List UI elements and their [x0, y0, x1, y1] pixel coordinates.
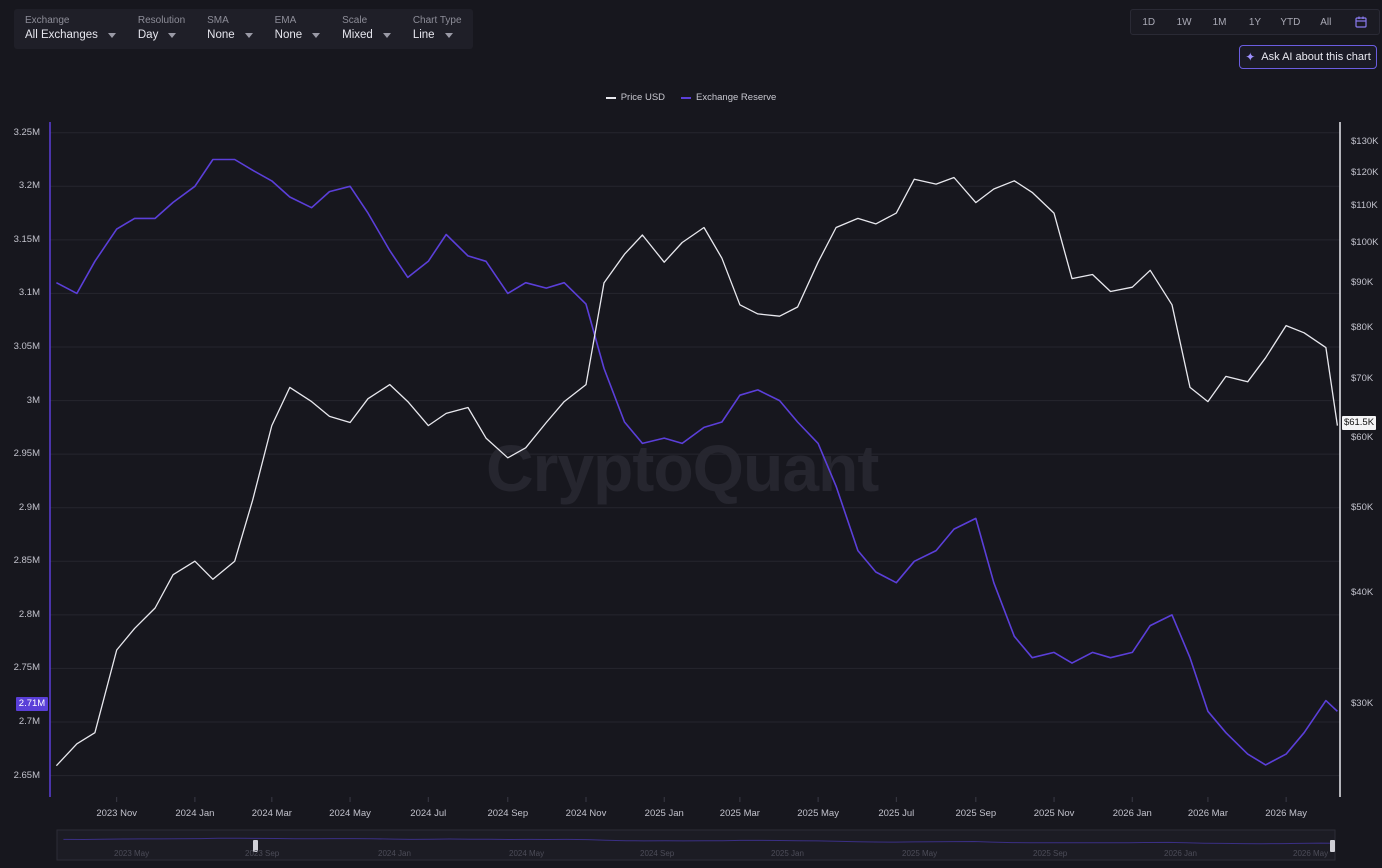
navigator-label: 2026 May: [1293, 849, 1329, 858]
left-tick-label: 3.05M: [13, 341, 40, 352]
x-tick-label: 2024 Jul: [410, 808, 447, 819]
navigator-label: 2024 Jan: [378, 849, 411, 858]
series-line-price-usd: [55, 176, 1339, 767]
left-tick-label: 2.95M: [13, 448, 40, 460]
right-tick-label: $90K: [1351, 276, 1374, 288]
chart-plot[interactable]: [0, 0, 1382, 868]
right-tick-label: $100K: [1351, 236, 1379, 248]
left-tick-label: 2.85M: [13, 555, 40, 567]
navigator-label: 2024 May: [509, 849, 545, 858]
x-tick-label: 2025 Nov: [1033, 808, 1075, 819]
x-tick-label: 2025 Mar: [719, 808, 760, 819]
x-tick-label: 2024 Mar: [251, 808, 292, 819]
left-tick-label: 2.9M: [18, 501, 40, 513]
right-tick-label: $40K: [1351, 587, 1374, 599]
current-price-badge: $61.5K: [1342, 416, 1376, 430]
left-tick-label: 2.65M: [13, 769, 40, 781]
current-reserve-badge: 2.71M: [16, 697, 48, 711]
right-tick-label: $130K: [1351, 136, 1379, 148]
navigator-label: 2025 Sep: [1033, 849, 1068, 858]
left-tick-label: 2.75M: [13, 662, 40, 674]
right-tick-label: $60K: [1351, 432, 1374, 444]
right-tick-label: $80K: [1351, 321, 1374, 333]
x-tick-label: 2024 Nov: [565, 808, 607, 819]
left-tick-label: 3.25M: [13, 126, 40, 138]
right-tick-label: $70K: [1351, 373, 1374, 385]
left-tick-label: 3.2M: [18, 180, 40, 192]
x-tick-label: 2026 Mar: [1187, 808, 1228, 819]
x-tick-label: 2025 May: [797, 808, 839, 819]
x-tick-label: 2026 Jan: [1112, 808, 1152, 819]
right-tick-label: $110K: [1351, 200, 1378, 212]
x-tick-label: 2025 Jan: [644, 808, 684, 819]
right-tick-label: $50K: [1351, 501, 1374, 513]
x-tick-label: 2025 Jul: [878, 808, 915, 819]
x-tick-label: 2026 May: [1265, 808, 1308, 819]
x-tick-label: 2023 Nov: [96, 808, 138, 819]
x-tick-label: 2025 Sep: [955, 808, 997, 819]
navigator-label: 2024 Sep: [640, 849, 675, 858]
navigator-label: 2026 Jan: [1164, 849, 1197, 858]
left-tick-label: 2.7M: [18, 716, 40, 727]
navigator-label: 2025 May: [902, 849, 938, 858]
x-tick-label: 2024 May: [329, 808, 371, 819]
navigator-label: 2025 Jan: [771, 849, 804, 858]
navigator-handle-right: [1330, 840, 1335, 852]
left-tick-label: 3M: [26, 394, 40, 406]
right-tick-label: $30K: [1351, 697, 1374, 709]
navigator-label: 2023 Sep: [245, 849, 280, 858]
right-tick-label: $120K: [1351, 166, 1379, 178]
x-tick-label: 2024 Jan: [175, 808, 215, 819]
series-line-exchange-reserve: [56, 158, 1338, 766]
x-tick-label: 2024 Sep: [487, 808, 529, 819]
left-tick-label: 2.8M: [18, 608, 40, 620]
navigator-label: 2023 May: [114, 849, 150, 858]
left-tick-label: 3.1M: [18, 287, 40, 299]
left-tick-label: 3.15M: [13, 233, 40, 245]
